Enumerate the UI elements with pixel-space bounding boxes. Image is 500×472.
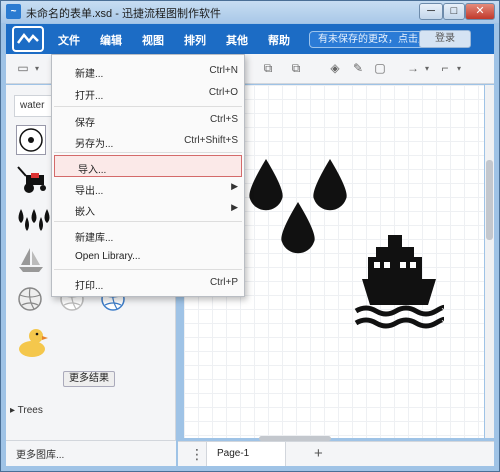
menu-item-save[interactable]: 保存 Ctrl+S: [52, 109, 244, 131]
menu-other[interactable]: 其他: [226, 32, 248, 48]
menu-item-save-as[interactable]: 另存为... Ctrl+Shift+S: [52, 130, 244, 152]
menu-item-shortcut: Ctrl+O: [208, 87, 238, 98]
menu-item-label: 另存为...: [75, 139, 114, 150]
menu-item-shortcut: Ctrl+S: [209, 114, 238, 125]
menu-item-print[interactable]: 打印... Ctrl+P: [52, 272, 244, 294]
menu-item-label: Open Library...: [75, 251, 141, 262]
menu-separator: [54, 152, 242, 153]
tab-page-1[interactable]: Page-1: [206, 442, 286, 466]
menu-item-label: 打开...: [75, 91, 104, 102]
app-logo-icon: [12, 26, 44, 52]
water-drops-shape[interactable]: [14, 205, 54, 235]
menu-file[interactable]: 文件: [58, 32, 80, 48]
menu-arrange[interactable]: 排列: [184, 32, 206, 48]
menu-help[interactable]: 帮助: [268, 32, 290, 48]
window-title: 未命名的表单.xsd - 迅捷流程图制作软件: [26, 8, 221, 20]
chevron-down-icon[interactable]: ▾: [452, 62, 466, 75]
rubber-duck-shape[interactable]: [16, 325, 50, 359]
vertical-scrollbar[interactable]: [485, 85, 494, 438]
sailboat-shape[interactable]: [16, 245, 46, 275]
volleyball-gray-shape[interactable]: [16, 285, 46, 315]
menu-item-shortcut: Ctrl+Shift+S: [184, 135, 238, 146]
menu-item-label: 导入...: [78, 165, 107, 176]
menu-item-open[interactable]: 打开... Ctrl+O: [52, 82, 244, 104]
disc-shape[interactable]: [16, 125, 46, 155]
menu-separator: [54, 106, 242, 107]
library-section-trees[interactable]: ▸ Trees: [10, 405, 43, 416]
menu-item-embed[interactable]: 嵌入 ▶: [52, 198, 244, 220]
menu-item-label: 导出...: [75, 186, 104, 197]
menu-item-label: 新建...: [75, 69, 104, 80]
menu-item-import[interactable]: 导入...: [54, 155, 242, 177]
menu-item-shortcut: Ctrl+P: [209, 277, 238, 288]
title-bar: ~ 未命名的表单.xsd - 迅捷流程图制作软件 ─ □ ✕: [1, 1, 499, 23]
line-color-icon[interactable]: ✎: [351, 62, 365, 75]
chevron-right-icon: ▶: [231, 181, 238, 191]
scrollbar-thumb[interactable]: [486, 160, 493, 240]
menu-item-open-library[interactable]: Open Library...: [52, 246, 244, 268]
water-drops-diagram-shape[interactable]: [246, 157, 356, 257]
login-button[interactable]: 登录: [419, 30, 471, 48]
chevron-down-icon[interactable]: ▾: [420, 62, 434, 75]
minimize-button[interactable]: ─: [419, 3, 443, 20]
menu-separator: [54, 221, 242, 222]
ship-diagram-shape[interactable]: [354, 233, 444, 333]
menu-item-label: 嵌入: [75, 207, 95, 218]
sidebar-footer: 更多图库...: [6, 440, 176, 466]
file-menu-dropdown: 新建... Ctrl+N 打开... Ctrl+O 保存 Ctrl+S 另存为... C…: [51, 54, 245, 297]
to-front-icon[interactable]: ⧉: [261, 62, 275, 75]
lawn-mower-shape[interactable]: [16, 165, 50, 195]
menu-item-export[interactable]: 导出... ▶: [52, 177, 244, 199]
tab-label: Page-1: [217, 448, 250, 459]
page-view-icon[interactable]: ▭: [16, 62, 30, 75]
menu-edit[interactable]: 编辑: [100, 32, 122, 48]
menu-item-new-library[interactable]: 新建库...: [52, 224, 244, 246]
maximize-button[interactable]: □: [443, 3, 465, 20]
more-results-button[interactable]: 更多结果: [63, 371, 115, 387]
app-window: ~ 未命名的表单.xsd - 迅捷流程图制作软件 ─ □ ✕ 文件 编辑 视图 …: [0, 0, 500, 472]
add-page-button[interactable]: +: [314, 445, 323, 462]
close-button[interactable]: ✕: [465, 3, 495, 20]
menu-item-new[interactable]: 新建... Ctrl+N: [52, 60, 244, 82]
to-back-icon[interactable]: ⧉: [289, 62, 303, 75]
page-menu-icon[interactable]: ⋮: [190, 446, 204, 463]
fill-color-icon[interactable]: ◈: [328, 62, 342, 75]
shadow-icon[interactable]: ▢: [373, 62, 387, 75]
menu-item-label: 打印...: [75, 281, 104, 292]
menu-item-label: 新建库...: [75, 233, 114, 244]
chevron-down-icon[interactable]: ▾: [30, 62, 44, 75]
menu-view[interactable]: 视图: [142, 32, 164, 48]
app-logo-icon: ~: [6, 4, 21, 19]
more-libraries-link[interactable]: 更多图库...: [16, 446, 64, 461]
menu-item-label: 保存: [75, 118, 95, 129]
chevron-right-icon: ▶: [231, 202, 238, 212]
trees-label: Trees: [17, 405, 43, 416]
menu-item-shortcut: Ctrl+N: [209, 65, 238, 76]
menu-bar: 文件 编辑 视图 排列 其他 帮助 有未保存的更改，点击此处保存 登录: [6, 24, 494, 54]
page-tabs-bar: ⋮ Page-1 +: [178, 441, 494, 466]
menu-separator: [54, 269, 242, 270]
waypoint-icon[interactable]: ⌐: [438, 62, 452, 75]
